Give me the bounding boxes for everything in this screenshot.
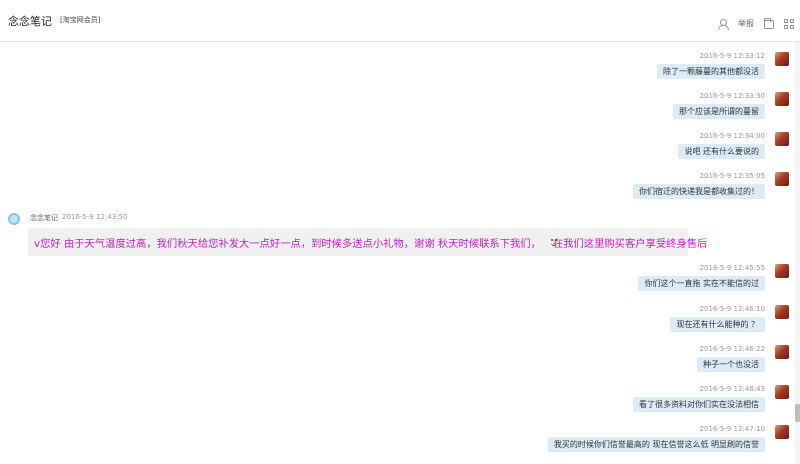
- grid-icon[interactable]: [784, 18, 794, 29]
- message-text: v您好 由于天气温度过高，我们秋天给您补发大一点好一点，到时候多送点小礼物，谢谢…: [34, 237, 541, 250]
- user-avatar[interactable]: [775, 425, 789, 439]
- user-avatar[interactable]: [775, 385, 789, 399]
- user-avatar[interactable]: [775, 345, 789, 359]
- message-time: 2016-5-9 12:46:43: [699, 385, 765, 393]
- message-time: 2016-5-9 12:34:00: [699, 132, 765, 140]
- message-list[interactable]: 2016-5-9 12:33:12 除了一颗藤蔓的其他都没活 2016-5-9 …: [0, 42, 795, 464]
- message-bubble: 除了一颗藤蔓的其他都没活: [657, 64, 765, 79]
- header-toolbar: 举报: [718, 18, 794, 30]
- message-bubble: 说吧 还有什么要说的: [678, 144, 765, 159]
- message-bubble: 你们这个一直拖 实在不能信的过: [638, 276, 765, 291]
- chat-scrollbar[interactable]: [795, 42, 800, 464]
- message-bubble: 现在还有什么能种的 ？: [670, 317, 765, 332]
- message-time: 2016-5-9 12:46:10: [699, 305, 765, 313]
- message-bubble: 你们宿迁的快递我是都收集过的！: [633, 184, 765, 199]
- user-avatar[interactable]: [775, 92, 789, 106]
- contact-name: 念念笔记: [8, 15, 52, 28]
- message-bubble: 我买的时候你们信誉最高的 现在信誉这么低 明显刷的信誉: [547, 437, 765, 452]
- message-bubble: 那个应该是所谓的蔓留: [673, 104, 765, 119]
- scrollbar-thumb[interactable]: [795, 404, 800, 422]
- message-bubble: 种子一个也没活: [697, 357, 765, 372]
- message-time: 2016-5-9 12:35:05: [699, 172, 765, 180]
- message-time: 2016-5-9 12:46:22: [699, 345, 765, 353]
- message-time: 2016-5-9 12:47:10: [699, 425, 765, 433]
- user-avatar[interactable]: [775, 305, 789, 319]
- message-time: 2016-5-9 12:33:30: [699, 92, 765, 100]
- seller-avatar-icon[interactable]: [8, 213, 20, 225]
- message-bubble: 看了很多资料对你们实在没法相信: [633, 397, 765, 412]
- chat-header: 念念笔记 [淘宝网会员] 举报: [0, 0, 800, 42]
- user-avatar[interactable]: [775, 52, 789, 66]
- person-icon[interactable]: [718, 18, 729, 30]
- folder-icon[interactable]: [764, 18, 774, 29]
- message-text: 在我们这里购买客户享受终身售后: [552, 237, 708, 250]
- message-bubble: v您好 由于天气温度过高，我们秋天给您补发大一点好一点，到时候多送点小礼物，谢谢…: [28, 228, 707, 256]
- user-avatar[interactable]: [775, 172, 789, 186]
- user-avatar[interactable]: [775, 264, 789, 278]
- report-button[interactable]: 举报: [738, 18, 754, 29]
- message-sender: 念念笔记: [30, 214, 58, 222]
- message-time: 2016-5-9 12:33:12: [699, 52, 765, 60]
- contact-membership: [淘宝网会员]: [60, 16, 101, 24]
- message-time: 2016-5-9 12:45:55: [699, 264, 765, 272]
- message-time: 2016-5-9 12:43:50: [62, 213, 128, 221]
- user-avatar[interactable]: [775, 132, 789, 146]
